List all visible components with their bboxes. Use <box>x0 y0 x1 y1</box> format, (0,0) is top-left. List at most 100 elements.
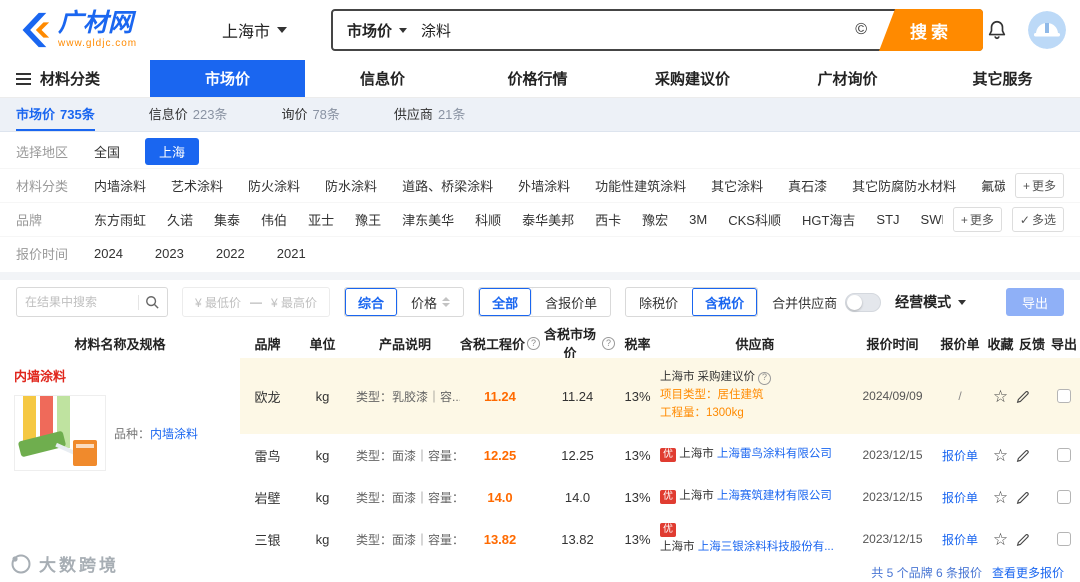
brand-option[interactable]: 科顺 <box>475 210 501 229</box>
merge-supplier-toggle[interactable] <box>845 292 882 312</box>
category-option[interactable]: 防水涂料 <box>325 176 377 195</box>
year-option[interactable]: 2024 <box>94 246 123 261</box>
search-input[interactable] <box>421 21 844 39</box>
tab-supplier-results[interactable]: 供应商 21条 <box>394 98 465 131</box>
brand-option[interactable]: SWD <box>921 212 943 227</box>
notification-bell-icon[interactable] <box>986 18 1008 42</box>
category-option[interactable]: 防火涂料 <box>248 176 300 195</box>
category-option[interactable]: 道路、桥梁涂料 <box>402 176 493 195</box>
export-checkbox[interactable] <box>1057 389 1071 403</box>
tab-count: 223条 <box>192 107 228 122</box>
brand-option[interactable]: 3M <box>689 212 707 227</box>
cell-desc: 类型：面漆｜容量：... <box>356 448 460 463</box>
scope-all-button[interactable]: 全部 <box>479 288 531 316</box>
region-option-shanghai[interactable]: 上海 <box>145 137 200 165</box>
year-option[interactable]: 2022 <box>216 246 245 261</box>
nav-tab-inquiry[interactable]: 广材询价 <box>770 60 925 97</box>
price-range-filter[interactable]: ¥ 最低价 — ¥ 最高价 <box>182 287 331 317</box>
nav-tab-price-trend[interactable]: 价格行情 <box>460 60 615 97</box>
filter-label-category: 材料分类 <box>16 179 69 194</box>
brand-option[interactable]: 亚士 <box>308 210 334 229</box>
favorite-star-icon[interactable]: ☆ <box>985 531 1016 548</box>
category-option[interactable]: 外墙涂料 <box>518 176 570 195</box>
export-checkbox[interactable] <box>1057 448 1071 462</box>
category-option[interactable]: 其它涂料 <box>711 176 763 195</box>
chevron-down-icon <box>277 27 288 33</box>
quote-link[interactable]: 报价单 <box>935 531 985 548</box>
category-option[interactable]: 氟碳漆 <box>981 176 1005 195</box>
nav-tab-purchase-advice[interactable]: 采购建议价 <box>615 60 770 97</box>
col-header-price-market: 含税市场价 ? <box>540 324 615 362</box>
supplier-company-link[interactable]: 上海雷鸟涂料有限公司 <box>717 448 832 460</box>
favorite-star-icon[interactable]: ☆ <box>985 447 1016 464</box>
tab-inquiry-results[interactable]: 询价 78条 <box>281 98 339 131</box>
feedback-pencil-icon[interactable] <box>1016 490 1048 505</box>
help-icon[interactable]: ? <box>527 336 540 350</box>
brand-option[interactable]: 伟伯 <box>261 210 287 229</box>
cell-date: 2023/12/15 <box>862 532 923 546</box>
brand-option[interactable]: 东方雨虹 <box>94 210 146 229</box>
region-option-all[interactable]: 全国 <box>94 142 120 161</box>
category-option[interactable]: 艺术涂料 <box>171 176 223 195</box>
favorite-star-icon[interactable]: ☆ <box>985 489 1016 506</box>
sort-composite-button[interactable]: 综合 <box>345 288 397 316</box>
help-icon[interactable]: ? <box>602 336 615 350</box>
brand-option[interactable]: 西卡 <box>595 210 621 229</box>
sort-price-button[interactable]: 价格 <box>397 288 463 316</box>
nav-tab-other-services[interactable]: 其它服务 <box>925 60 1080 97</box>
city-selector[interactable]: 上海市 <box>222 18 288 42</box>
more-label: 更多 <box>969 213 994 227</box>
brand-option[interactable]: CKS科顺 <box>728 210 781 229</box>
category-option[interactable]: 真石漆 <box>788 176 827 195</box>
quote-link[interactable]: 报价单 <box>935 447 985 464</box>
search-icon[interactable] <box>145 295 159 309</box>
site-logo[interactable]: 广材网 www.gldjc.com <box>14 11 186 49</box>
brand-option[interactable]: HGT海吉 <box>802 210 855 229</box>
tab-market-price-results[interactable]: 市场价 735条 <box>16 98 95 131</box>
business-mode-dropdown[interactable]: 经营模式 <box>895 292 967 312</box>
tax-excluded-button[interactable]: 除税价 <box>626 288 691 316</box>
view-more-quotes-link[interactable]: 查看更多报价 <box>992 564 1064 581</box>
search-category-dropdown[interactable]: 市场价 <box>333 20 421 41</box>
material-catalog-menu[interactable]: 材料分类 <box>0 60 150 97</box>
brand-more-button[interactable]: + 更多 <box>952 207 1002 232</box>
favorite-star-icon[interactable]: ☆ <box>985 388 1016 405</box>
brand-multi-select-button[interactable]: ✓ 多选 <box>1011 207 1064 232</box>
brand-option[interactable]: 津东美华 <box>402 210 454 229</box>
brand-option[interactable]: 集泰 <box>214 210 240 229</box>
variety-value-link[interactable]: 内墙涂料 <box>150 427 198 441</box>
export-button[interactable]: 导出 <box>1006 288 1064 316</box>
category-option[interactable]: 内墙涂料 <box>94 176 146 195</box>
scope-quoted-button[interactable]: 含报价单 <box>531 288 610 316</box>
brand-option[interactable]: 久诺 <box>167 210 193 229</box>
export-checkbox[interactable] <box>1057 490 1071 504</box>
cell-date: 2024/09/09 <box>862 389 923 403</box>
category-option[interactable]: 其它防腐防水材料 <box>852 176 956 195</box>
brand-option[interactable]: 豫宏 <box>642 210 668 229</box>
category-more-button[interactable]: + 更多 <box>1014 173 1064 198</box>
tab-info-price-results[interactable]: 信息价 223条 <box>149 98 228 131</box>
year-option[interactable]: 2021 <box>277 246 306 261</box>
supplier-company-link[interactable]: 上海三银涂料科技股份有... <box>698 541 834 553</box>
category-option[interactable]: 功能性建筑涂料 <box>595 176 686 195</box>
help-icon[interactable]: ? <box>758 371 771 385</box>
brand-option[interactable]: STJ <box>876 212 899 227</box>
tab-label: 信息价 <box>148 107 188 122</box>
supplier-company-link[interactable]: 上海赛筑建材有限公司 <box>717 490 832 502</box>
search-button[interactable]: 搜索 <box>879 9 984 51</box>
brand-option[interactable]: 豫王 <box>355 210 381 229</box>
tax-included-button[interactable]: 含税价 <box>691 288 757 316</box>
year-option[interactable]: 2023 <box>155 246 184 261</box>
quote-link[interactable]: 报价单 <box>935 489 985 506</box>
logo-title: 广材网 <box>58 9 134 37</box>
user-avatar[interactable] <box>1028 11 1066 49</box>
supplier-city: 上海市 <box>660 371 695 384</box>
feedback-pencil-icon[interactable] <box>1016 389 1048 404</box>
nav-tab-market-price[interactable]: 市场价 <box>150 60 305 97</box>
export-checkbox[interactable] <box>1057 532 1071 546</box>
brand-option[interactable]: 泰华美邦 <box>522 210 574 229</box>
result-search-input[interactable] <box>25 295 132 309</box>
feedback-pencil-icon[interactable] <box>1016 448 1048 463</box>
nav-tab-info-price[interactable]: 信息价 <box>305 60 460 97</box>
feedback-pencil-icon[interactable] <box>1016 532 1048 547</box>
